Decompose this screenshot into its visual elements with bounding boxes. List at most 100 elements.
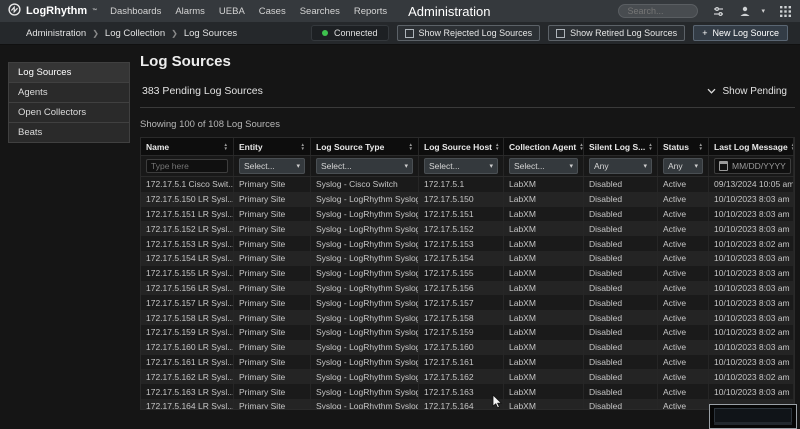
name-filter-input[interactable] bbox=[146, 159, 228, 173]
cell-name: 172.17.5.151 LR Sysl... bbox=[141, 207, 234, 222]
main-panel: Log Sources 383 Pending Log Sources Show… bbox=[140, 53, 795, 410]
user-menu-icon[interactable] bbox=[738, 4, 752, 18]
pip-overlay-window[interactable] bbox=[709, 404, 797, 429]
table-row[interactable]: 172.17.5.156 LR Sysl...Primary SiteSyslo… bbox=[141, 281, 794, 296]
silent-filter-value: Any bbox=[594, 161, 609, 171]
cell-entity: Primary Site bbox=[234, 295, 311, 310]
nav-item-cases[interactable]: Cases bbox=[259, 6, 286, 17]
column-label: Last Log Message bbox=[714, 142, 788, 152]
silent-log-filter-select[interactable]: Any ▾ bbox=[589, 158, 652, 174]
table-row[interactable]: 172.17.5.160 LR Sysl...Primary SiteSyslo… bbox=[141, 340, 794, 355]
cell-type: Syslog - LogRhythm Syslog Ge... bbox=[311, 221, 419, 236]
table-row[interactable]: 172.17.5.157 LR Sysl...Primary SiteSyslo… bbox=[141, 295, 794, 310]
cell-status: Active bbox=[658, 340, 709, 355]
sort-icon[interactable]: ▲▼ bbox=[791, 143, 794, 151]
type-filter-cell: Select... ▾ bbox=[311, 156, 419, 176]
cell-name: 172.17.5.163 LR Sysl... bbox=[141, 384, 234, 399]
sidebar-item-beats[interactable]: Beats bbox=[8, 122, 130, 143]
cell-last: 10/10/2023 8:03 am bbox=[709, 310, 794, 325]
cell-type: Syslog - LogRhythm Syslog Ge... bbox=[311, 295, 419, 310]
cell-host: 172.17.5.159 bbox=[419, 325, 504, 340]
show-rejected-checkbox[interactable]: Show Rejected Log Sources bbox=[397, 25, 541, 41]
cell-entity: Primary Site bbox=[234, 236, 311, 251]
column-header-name[interactable]: Name ▲▼ bbox=[141, 138, 234, 155]
column-header-log-source-host[interactable]: Log Source Host▲▼ bbox=[419, 138, 504, 155]
cell-status: Active bbox=[658, 281, 709, 296]
cell-silent: Disabled bbox=[584, 384, 658, 399]
sort-icon[interactable]: ▲▼ bbox=[495, 143, 499, 151]
sidebar-item-log-sources[interactable]: Log Sources bbox=[8, 62, 130, 83]
table-row[interactable]: 172.17.5.154 LR Sysl...Primary SiteSyslo… bbox=[141, 251, 794, 266]
show-pending-toggle[interactable]: Show Pending bbox=[707, 86, 788, 97]
cell-status: Active bbox=[658, 251, 709, 266]
checkbox-icon bbox=[556, 29, 565, 38]
breadcrumb-item-log-collection[interactable]: Log Collection bbox=[105, 28, 165, 39]
cell-status: Active bbox=[658, 221, 709, 236]
column-header-status[interactable]: Status▲▼ bbox=[658, 138, 709, 155]
log-source-host-filter-select[interactable]: Select... ▾ bbox=[424, 158, 498, 174]
cell-silent: Disabled bbox=[584, 207, 658, 222]
breadcrumb-item-administration[interactable]: Administration bbox=[26, 28, 86, 39]
sort-icon[interactable]: ▲▼ bbox=[699, 143, 703, 151]
log-source-type-filter-select[interactable]: Select... ▾ bbox=[316, 158, 413, 174]
nav-item-dashboards[interactable]: Dashboards bbox=[110, 6, 161, 17]
cell-status: Active bbox=[658, 266, 709, 281]
column-header-last-log-message[interactable]: Last Log Message▲▼ bbox=[709, 138, 794, 155]
filter-sliders-icon[interactable] bbox=[711, 4, 725, 18]
header-row: Name▲▼Entity▲▼Log Source Type▲▼Log Sourc… bbox=[141, 138, 794, 156]
breadcrumb-item-log-sources[interactable]: Log Sources bbox=[184, 28, 237, 39]
table-row[interactable]: 172.17.5.162 LR Sysl...Primary SiteSyslo… bbox=[141, 369, 794, 384]
sort-icon[interactable]: ▲▼ bbox=[648, 143, 652, 151]
column-label: Name bbox=[146, 142, 169, 152]
cell-silent: Disabled bbox=[584, 340, 658, 355]
sort-icon[interactable]: ▲▼ bbox=[409, 143, 413, 151]
cell-entity: Primary Site bbox=[234, 251, 311, 266]
status-filter-select[interactable]: Any ▾ bbox=[663, 158, 703, 174]
search-input[interactable] bbox=[618, 4, 698, 18]
cell-agent: LabXM bbox=[504, 399, 584, 410]
table-row[interactable]: 172.17.5.150 LR Sysl...Primary SiteSyslo… bbox=[141, 192, 794, 207]
table-row[interactable]: 172.17.5.163 LR Sysl...Primary SiteSyslo… bbox=[141, 384, 794, 399]
apps-grid-icon[interactable] bbox=[778, 4, 792, 18]
sidebar-item-agents[interactable]: Agents bbox=[8, 82, 130, 103]
sort-icon[interactable]: ▲▼ bbox=[224, 143, 228, 151]
table-row[interactable]: 172.17.5.153 LR Sysl...Primary SiteSyslo… bbox=[141, 236, 794, 251]
column-header-entity[interactable]: Entity ▲▼ bbox=[234, 138, 311, 155]
column-header-log-source-type[interactable]: Log Source Type▲▼ bbox=[311, 138, 419, 155]
table-row[interactable]: 172.17.5.152 LR Sysl...Primary SiteSyslo… bbox=[141, 221, 794, 236]
table-row[interactable]: 172.17.5.155 LR Sysl...Primary SiteSyslo… bbox=[141, 266, 794, 281]
nav-item-ueba[interactable]: UEBA bbox=[219, 6, 245, 17]
table-row[interactable]: 172.17.5.164 LR Sysl...Primary SiteSyslo… bbox=[141, 399, 794, 410]
column-header-silent-log-s[interactable]: Silent Log S...▲▼ bbox=[584, 138, 658, 155]
cell-host: 172.17.5.156 bbox=[419, 281, 504, 296]
brand-trademark: ™ bbox=[92, 8, 97, 14]
cell-status: Active bbox=[658, 192, 709, 207]
nav-item-searches[interactable]: Searches bbox=[300, 6, 340, 17]
nav-item-alarms[interactable]: Alarms bbox=[175, 6, 205, 17]
sort-icon[interactable]: ▲▼ bbox=[301, 143, 305, 151]
new-log-source-button[interactable]: + New Log Source bbox=[693, 25, 788, 41]
entity-filter-select[interactable]: Select... ▾ bbox=[239, 158, 305, 174]
cell-status: Active bbox=[658, 399, 709, 410]
show-retired-checkbox[interactable]: Show Retired Log Sources bbox=[548, 25, 685, 41]
nav-item-reports[interactable]: Reports bbox=[354, 6, 387, 17]
nav-item-administration[interactable]: Administration bbox=[408, 4, 490, 19]
cell-type: Syslog - LogRhythm Syslog Ge... bbox=[311, 325, 419, 340]
table-row[interactable]: 172.17.5.158 LR Sysl...Primary SiteSyslo… bbox=[141, 310, 794, 325]
table-row[interactable]: 172.17.5.161 LR Sysl...Primary SiteSyslo… bbox=[141, 355, 794, 370]
cell-agent: LabXM bbox=[504, 207, 584, 222]
silent-filter-cell: Any ▾ bbox=[584, 156, 658, 176]
table-row[interactable]: 172.17.5.159 LR Sysl...Primary SiteSyslo… bbox=[141, 325, 794, 340]
collection-agent-filter-select[interactable]: Select... ▾ bbox=[509, 158, 578, 174]
calendar-icon bbox=[719, 161, 728, 171]
user-menu-caret-icon[interactable]: ▾ bbox=[761, 7, 765, 15]
sub-bar: Administration❯Log Collection❯Log Source… bbox=[0, 22, 800, 45]
last-log-date-filter[interactable]: MM/DD/YYYY bbox=[714, 158, 791, 174]
column-header-collection-agent[interactable]: Collection Agent▲▼ bbox=[504, 138, 584, 155]
column-label: Entity bbox=[239, 142, 263, 152]
table-row[interactable]: 172.17.5.1 Cisco Swit...Primary SiteSysl… bbox=[141, 177, 794, 192]
breadcrumb-separator-icon: ❯ bbox=[92, 29, 99, 38]
table-row[interactable]: 172.17.5.151 LR Sysl...Primary SiteSyslo… bbox=[141, 207, 794, 222]
sidebar-item-open-collectors[interactable]: Open Collectors bbox=[8, 102, 130, 123]
logrhythm-logo[interactable]: LogRhythm™ bbox=[8, 3, 97, 19]
